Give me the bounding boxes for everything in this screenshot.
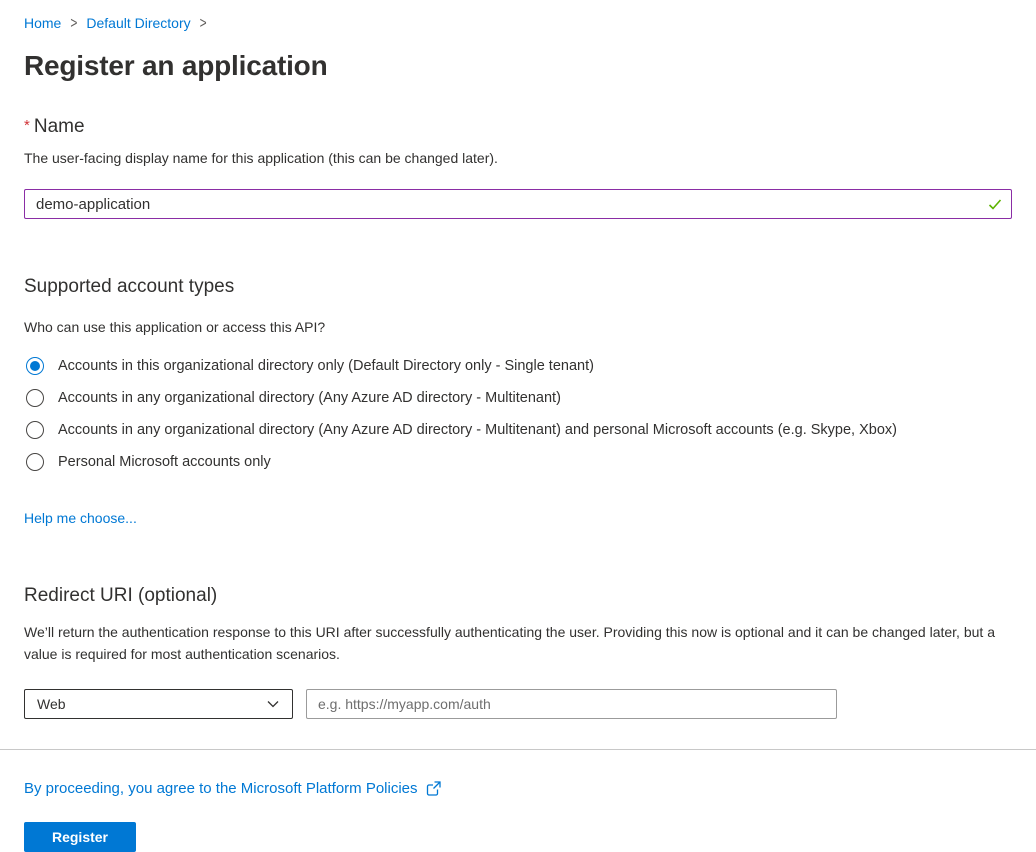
radio-multitenant-personal[interactable]: Accounts in any organizational directory… [24, 418, 1012, 442]
radio-multitenant[interactable]: Accounts in any organizational directory… [24, 386, 1012, 410]
account-types-question: Who can use this application or access t… [24, 319, 326, 335]
breadcrumb: Home > Default Directory > [24, 13, 1012, 33]
register-application-page: Home > Default Directory > Register an a… [0, 0, 1036, 852]
radio-unselected-icon[interactable] [26, 421, 44, 439]
radio-label: Accounts in this organizational director… [58, 358, 594, 374]
name-field-description: The user-facing display name for this ap… [24, 150, 498, 166]
register-button[interactable]: Register [24, 822, 136, 852]
redirect-uri-description: We’ll return the authentication response… [24, 624, 995, 662]
redirect-uri-controls: Web [24, 689, 1012, 719]
name-field-label: * Name [24, 114, 1012, 139]
chevron-right-icon: > [70, 13, 78, 33]
radio-selected-icon[interactable] [26, 357, 44, 375]
radio-unselected-icon[interactable] [26, 389, 44, 407]
green-checkmark-icon [988, 199, 1002, 210]
chevron-down-icon [267, 701, 279, 708]
footer-policy-row: By proceeding, you agree to the Microsof… [24, 780, 1012, 797]
platform-select-value: Web [37, 696, 66, 712]
radio-single-tenant[interactable]: Accounts in this organizational director… [24, 354, 1012, 378]
name-input[interactable] [24, 189, 1012, 219]
breadcrumb-default-directory-link[interactable]: Default Directory [86, 13, 190, 33]
redirect-uri-input[interactable] [306, 689, 837, 719]
platform-select[interactable]: Web [24, 689, 293, 719]
account-type-radio-group: Accounts in this organizational director… [24, 354, 1012, 474]
radio-label: Personal Microsoft accounts only [58, 454, 271, 470]
radio-personal-only[interactable]: Personal Microsoft accounts only [24, 450, 1012, 474]
help-me-choose-link[interactable]: Help me choose... [24, 510, 137, 526]
required-asterisk: * [24, 117, 30, 134]
supported-account-types-heading: Supported account types [24, 276, 235, 297]
radio-label: Accounts in any organizational directory… [58, 390, 561, 406]
name-label-text: Name [33, 116, 85, 137]
radio-unselected-icon[interactable] [26, 453, 44, 471]
external-link-icon[interactable] [425, 780, 442, 797]
chevron-right-icon: > [199, 13, 207, 33]
name-input-wrapper [24, 189, 1012, 219]
footer-divider [0, 749, 1036, 750]
platform-policies-link[interactable]: By proceeding, you agree to the Microsof… [24, 780, 418, 797]
radio-label: Accounts in any organizational directory… [58, 422, 897, 438]
breadcrumb-home-link[interactable]: Home [24, 13, 61, 33]
redirect-uri-heading: Redirect URI (optional) [24, 585, 218, 606]
page-title: Register an application [24, 50, 328, 81]
